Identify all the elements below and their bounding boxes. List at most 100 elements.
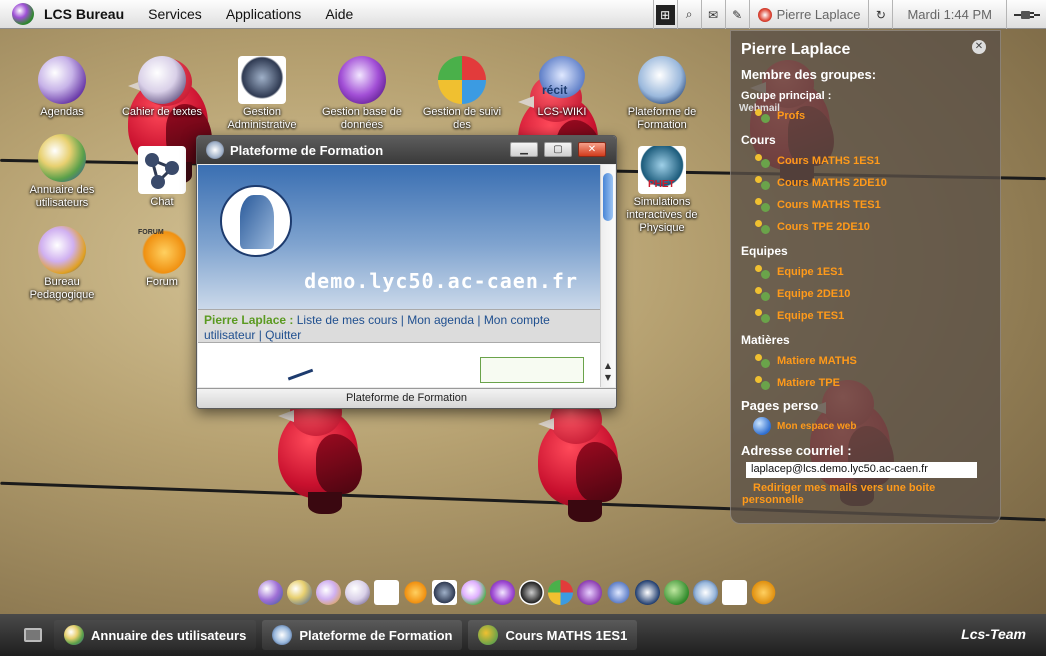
team-item[interactable]: Equipe TES1 (741, 305, 990, 327)
redirect-mail-link[interactable]: Rediriger mes mails vers une boite perso… (741, 478, 990, 506)
menu-aide[interactable]: Aide (313, 6, 365, 22)
platform-domain: demo.lyc50.ac-caen.fr (304, 269, 578, 293)
subject-item[interactable]: Matiere TPE (741, 372, 990, 394)
group-icon (753, 219, 771, 235)
desktop-icon-gestion-administrative[interactable]: Gestion Administrative (214, 56, 310, 136)
task-cours-maths[interactable]: Cours MATHS 1ES1 (468, 620, 638, 650)
plateforme-icon (638, 56, 686, 104)
lcs-team-label: Lcs-Team (961, 626, 1026, 642)
group-task-icon (478, 625, 499, 645)
nav-user-name: Pierre Laplace : (204, 313, 294, 327)
web-space-link[interactable]: Mon espace web (741, 415, 990, 437)
link-course-list[interactable]: Liste de mes cours (297, 313, 398, 327)
dock-database-icon[interactable] (490, 580, 515, 605)
dock-chat-icon[interactable] (374, 580, 399, 605)
menu-services[interactable]: Services (136, 6, 214, 22)
app-dock (258, 580, 776, 608)
dock-link-icon[interactable] (635, 580, 660, 605)
group-icon (753, 375, 771, 391)
dock-bureau-icon[interactable] (316, 580, 341, 605)
mail-icon[interactable]: ✉ (700, 0, 725, 29)
desktop-icon-gestion-base-donnees[interactable]: Gestion base de données (314, 56, 410, 132)
desktop-icon-gestion-suivi[interactable]: Gestion de suivi des (414, 56, 510, 136)
pages-heading: Pages perso (741, 398, 819, 413)
dock-admin-icon[interactable] (432, 580, 457, 605)
course-item[interactable]: Cours MATHS 2DE10 (741, 172, 990, 194)
scrollbar-thumb[interactable] (603, 173, 613, 221)
database-icon (338, 56, 386, 104)
link-agenda[interactable]: Mon agenda (407, 313, 474, 327)
dock-webmail-icon[interactable] (751, 580, 776, 605)
dock-puzzle-icon[interactable] (548, 580, 573, 605)
course-item[interactable]: Cours MATHS TES1 (741, 194, 990, 216)
taskbar: Annuaire des utilisateurs Plateforme de … (0, 614, 1046, 656)
group-icon (753, 353, 771, 369)
window-scrollbar[interactable]: ▲ ▼ (600, 165, 615, 387)
directory-icon (38, 134, 86, 182)
dock-agenda-icon[interactable] (258, 580, 283, 605)
directory-task-icon (64, 625, 84, 645)
desktop-icon-plateforme-formation[interactable]: Plateforme de Formation (614, 56, 710, 132)
platform-nav: Pierre Laplace : Liste de mes cours | Mo… (198, 309, 600, 343)
desktop-icon-agendas[interactable]: Agendas (14, 56, 110, 119)
groups-heading: Membre des groupes: (741, 67, 877, 82)
menu-applications[interactable]: Applications (214, 6, 314, 22)
wrench-icon[interactable]: ✎ (724, 0, 749, 29)
group-icon (753, 286, 771, 302)
desktop-icon-annuaire[interactable]: Annuaire des utilisateurs (14, 134, 110, 210)
dock-notebook-icon[interactable] (345, 580, 370, 605)
task-plateforme[interactable]: Plateforme de Formation (262, 620, 463, 650)
scroll-down-arrow-icon[interactable]: ▼ (603, 373, 613, 382)
platform-banner: demo.lyc50.ac-caen.fr (198, 165, 600, 309)
menu-brand[interactable]: LCS Bureau (34, 6, 136, 22)
swoosh-graphic (287, 368, 315, 384)
dock-purple-icon[interactable] (577, 580, 602, 605)
dock-phet-icon[interactable] (722, 580, 747, 605)
lcs-logo-icon[interactable] (12, 3, 34, 25)
dock-recit-icon[interactable] (606, 580, 631, 605)
dock-gear-icon[interactable] (519, 580, 544, 605)
window-title: Plateforme de Formation (230, 142, 384, 158)
scroll-up-arrow-icon[interactable]: ▲ (603, 361, 613, 370)
dock-green-icon[interactable] (664, 580, 689, 605)
tray-expose[interactable]: ⊞ (652, 0, 677, 29)
notebook-icon (138, 56, 186, 104)
minimize-button[interactable]: ▁ (510, 142, 538, 157)
group-icon (753, 108, 771, 124)
bureau-icon (38, 226, 86, 274)
dock-suivi-icon[interactable] (461, 580, 486, 605)
clock: Mardi 1:44 PM (892, 0, 1006, 29)
maximize-button[interactable]: ▢ (544, 142, 572, 157)
course-item[interactable]: Cours TPE 2DE10 (741, 216, 990, 238)
course-item[interactable]: Cours MATHS 1ES1 (741, 150, 990, 172)
window-plateforme-formation[interactable]: Plateforme de Formation ▁ ▢ ✕ demo.lyc50… (196, 135, 617, 409)
user-panel: ✕ Webmail Pierre Laplace Membre des grou… (730, 30, 1001, 524)
desktop-icon-lcs-wiki[interactable]: récit LCS-WIKI (514, 56, 610, 119)
user-menu[interactable]: Pierre Laplace (748, 0, 869, 29)
refresh-icon[interactable]: ↻ (868, 0, 892, 29)
desktop-icon-phet[interactable]: PHET Simulations interactives de Physiqu… (614, 146, 710, 235)
link-quit[interactable]: Quitter (265, 328, 301, 342)
desktop-icon-bureau-pedagogique[interactable]: Bureau Pedagogique (14, 226, 110, 302)
panel-close-icon[interactable]: ✕ (972, 40, 986, 54)
close-button[interactable]: ✕ (578, 142, 606, 157)
subject-item[interactable]: Matiere MATHS (741, 350, 990, 372)
desktop-icon-cahier-textes[interactable]: Cahier de textes (114, 56, 210, 119)
show-desktop-button[interactable] (12, 618, 54, 652)
team-item[interactable]: Equipe 2DE10 (741, 283, 990, 305)
search-icon[interactable]: ⌕ (676, 0, 701, 29)
plug-icon[interactable] (1006, 0, 1046, 29)
dock-directory-icon[interactable] (287, 580, 312, 605)
email-heading: Adresse courriel : (741, 443, 852, 458)
team-item[interactable]: Equipe 1ES1 (741, 261, 990, 283)
group-icon (753, 197, 771, 213)
expose-icon: ⊞ (655, 4, 675, 25)
teams-heading: Equipes (741, 244, 788, 258)
dock-forum-icon[interactable] (403, 580, 428, 605)
task-annuaire[interactable]: Annuaire des utilisateurs (54, 620, 257, 650)
login-box (480, 357, 584, 383)
email-field[interactable]: laplacep@lcs.demo.lyc50.ac-caen.fr (746, 462, 977, 478)
globe-icon (753, 417, 771, 435)
group-icon (753, 175, 771, 191)
dock-plateforme-icon[interactable] (693, 580, 718, 605)
